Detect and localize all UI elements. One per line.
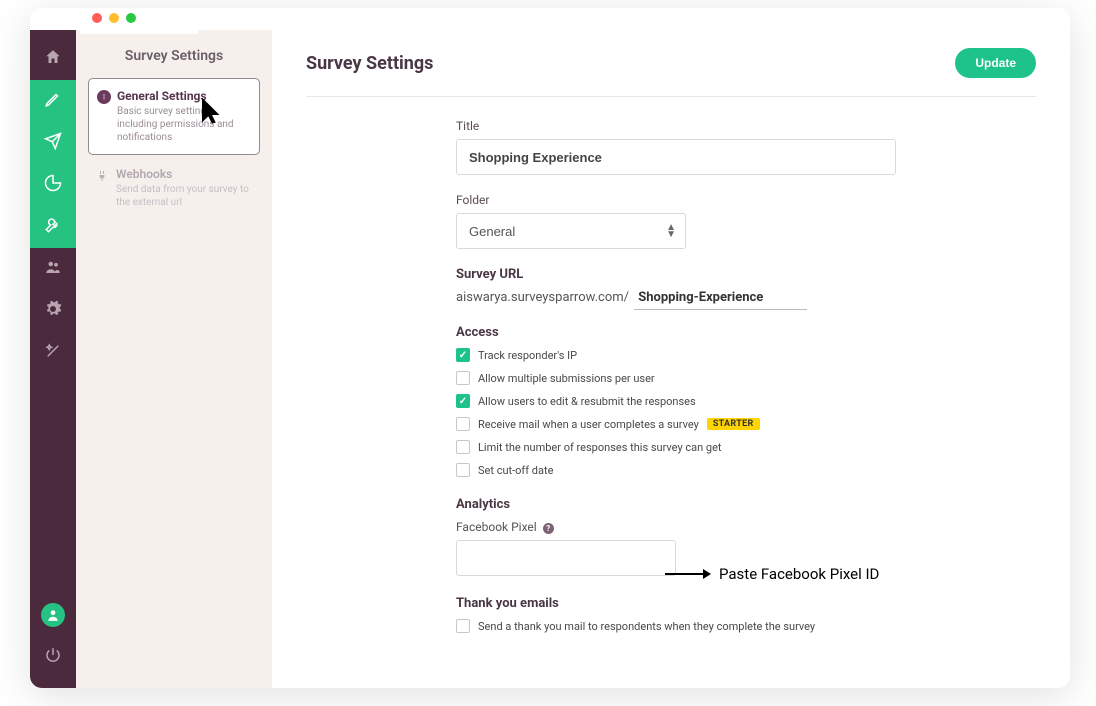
fb-pixel-label: Facebook Pixel: [456, 520, 537, 534]
fb-pixel-label-row: Facebook Pixel ?: [456, 520, 1036, 534]
arrow-right-icon: [663, 567, 711, 581]
pie-icon: [44, 174, 62, 196]
browser-window: Survey Settings General Settings Basic s…: [30, 8, 1070, 688]
users-icon: [44, 258, 62, 280]
analytics-section-label: Analytics: [456, 497, 1036, 512]
main-header: Survey Settings Update: [306, 48, 1036, 97]
avatar-icon: [41, 603, 65, 627]
annotation-pixel-hint: Paste Facebook Pixel ID: [663, 565, 879, 583]
checkbox-icon: [456, 463, 470, 477]
checkbox-label: Receive mail when a user completes a sur…: [478, 418, 699, 431]
title-group: Title: [456, 119, 1036, 175]
window-maximize-icon[interactable]: [126, 13, 136, 23]
cb-edit-resubmit[interactable]: Allow users to edit & resubmit the respo…: [456, 394, 1036, 408]
rail-team[interactable]: [30, 248, 76, 290]
sidebar-item-desc: Basic survey settings including permissi…: [117, 105, 249, 144]
cb-track-ip[interactable]: Track responder's IP: [456, 348, 1036, 362]
main-pane: Survey Settings Update Title Folder ▲▼ S…: [272, 30, 1070, 688]
rail-settings[interactable]: [30, 290, 76, 332]
folder-label: Folder: [456, 193, 1036, 207]
window-minimize-icon[interactable]: [109, 13, 119, 23]
power-icon: [44, 646, 62, 668]
info-icon: [97, 90, 111, 104]
checkbox-label: Limit the number of responses this surve…: [478, 441, 722, 454]
rail-power[interactable]: [30, 636, 76, 678]
survey-url-label: Survey URL: [456, 267, 1036, 282]
cb-receive-mail[interactable]: Receive mail when a user completes a sur…: [456, 417, 1036, 431]
home-icon: [44, 48, 62, 70]
cb-thankyou-mail[interactable]: Send a thank you mail to respondents whe…: [456, 619, 1036, 633]
rail-home[interactable]: [30, 38, 76, 80]
gear-icon: [44, 300, 62, 322]
app-body: Survey Settings General Settings Basic s…: [30, 30, 1070, 688]
rail-account[interactable]: [30, 594, 76, 636]
rail-share[interactable]: [30, 122, 76, 164]
wrench-icon: [44, 216, 62, 238]
cb-multi-submit[interactable]: Allow multiple submissions per user: [456, 371, 1036, 385]
sidebar-item-webhooks[interactable]: Webhooks Send data from your survey to t…: [88, 155, 260, 219]
icon-rail: [30, 30, 76, 688]
thankyou-section-label: Thank you emails: [456, 596, 1036, 611]
sidebar-item-desc: Send data from your survey to the extern…: [116, 183, 250, 209]
help-icon[interactable]: ?: [543, 523, 554, 534]
annotation-text: Paste Facebook Pixel ID: [719, 565, 879, 583]
sidebar-item-label: General Settings: [117, 89, 249, 103]
checkbox-label: Send a thank you mail to respondents whe…: [478, 620, 815, 633]
survey-url-group: Survey URL aiswarya.surveysparrow.com/ S…: [456, 267, 1036, 305]
checkbox-label: Track responder's IP: [478, 349, 577, 362]
checkbox-label: Allow users to edit & resubmit the respo…: [478, 395, 696, 408]
title-label: Title: [456, 119, 1036, 133]
page-title: Survey Settings: [306, 53, 433, 74]
chevron-updown-icon: ▲▼: [666, 224, 676, 238]
access-section-label: Access: [456, 325, 1036, 340]
rail-build[interactable]: [30, 80, 76, 122]
cb-limit-responses[interactable]: Limit the number of responses this surve…: [456, 440, 1036, 454]
checkbox-icon: [456, 348, 470, 362]
window-close-icon[interactable]: [92, 13, 102, 23]
tab-bar: [30, 8, 1070, 30]
sidebar-item-label: Webhooks: [116, 167, 250, 181]
form-area: Title Folder ▲▼ Survey URL aiswarya.surv…: [306, 97, 1036, 633]
settings-sidebar-title: Survey Settings: [88, 48, 260, 64]
checkbox-icon: [456, 440, 470, 454]
checkbox-label: Allow multiple submissions per user: [478, 372, 655, 385]
update-button[interactable]: Update: [955, 48, 1036, 78]
checkbox-icon: [456, 417, 470, 431]
send-icon: [44, 132, 62, 154]
cb-cutoff[interactable]: Set cut-off date: [456, 463, 1036, 477]
folder-select[interactable]: [456, 213, 686, 249]
checkbox-icon: [456, 394, 470, 408]
pencil-icon: [44, 90, 62, 112]
starter-badge: STARTER: [707, 418, 760, 430]
sidebar-item-general[interactable]: General Settings Basic survey settings i…: [88, 78, 260, 155]
rail-results[interactable]: [30, 164, 76, 206]
checkbox-icon: [456, 619, 470, 633]
rail-configure[interactable]: [30, 206, 76, 248]
checkbox-icon: [456, 371, 470, 385]
title-input[interactable]: [456, 139, 896, 175]
survey-url-slug-input[interactable]: Shopping-Experience: [634, 288, 807, 310]
folder-group: Folder ▲▼: [456, 193, 1036, 249]
checkbox-label: Set cut-off date: [478, 464, 553, 477]
wand-icon: [44, 342, 62, 364]
window-controls: [80, 8, 198, 34]
fb-pixel-input[interactable]: [456, 540, 676, 576]
rail-magic[interactable]: [30, 332, 76, 374]
plug-icon: [96, 167, 108, 186]
survey-url-prefix: aiswarya.surveysparrow.com/: [456, 290, 629, 305]
settings-sidebar: Survey Settings General Settings Basic s…: [76, 30, 272, 688]
